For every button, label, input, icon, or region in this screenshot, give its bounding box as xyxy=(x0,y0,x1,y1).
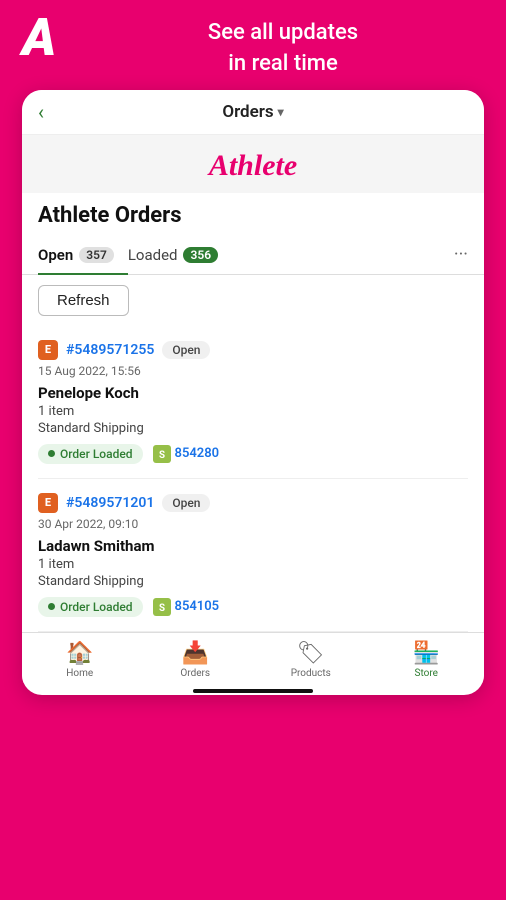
nav-bar: ‹ Orders ▾ xyxy=(22,90,484,135)
orders-icon: 📥 xyxy=(182,641,209,666)
order-footer-2: Order Loaded S 854105 xyxy=(38,597,468,617)
order-items-1: 1 item xyxy=(38,404,468,419)
order-loaded-badge-1: Order Loaded xyxy=(38,444,143,464)
store-label: Store xyxy=(415,668,438,679)
order-shipping-1: Standard Shipping xyxy=(38,421,468,436)
order-source-icon-2: E xyxy=(38,493,58,513)
order-customer-2: Ladawn Smitham xyxy=(38,537,468,555)
nav-title: Orders ▾ xyxy=(222,102,283,122)
brand-name: Athlete xyxy=(209,149,297,183)
order-footer-1: Order Loaded S 854280 xyxy=(38,444,468,464)
shopify-link-1[interactable]: S 854280 xyxy=(153,445,220,463)
page-title: Athlete Orders xyxy=(38,203,468,228)
tabs-more-button[interactable]: ··· xyxy=(454,238,468,271)
tab-loaded-label: Loaded xyxy=(128,246,178,264)
tab-loaded-badge: 356 xyxy=(183,247,218,263)
tab-open-label: Open xyxy=(38,246,73,264)
loaded-dot-2 xyxy=(48,603,55,610)
order-status-1: Open xyxy=(162,341,210,359)
loaded-dot-1 xyxy=(48,450,55,457)
tab-open-badge: 357 xyxy=(79,247,114,263)
brand-section: Athlete xyxy=(22,135,484,193)
order-card-2: E #5489571201 Open 30 Apr 2022, 09:10 La… xyxy=(38,479,468,632)
hero-section: A See all updates in real time xyxy=(0,0,506,90)
order-status-2: Open xyxy=(162,494,210,512)
store-icon: 🏪 xyxy=(413,641,440,666)
app-logo: A xyxy=(22,12,56,64)
bottom-nav-orders[interactable]: 📥 Orders xyxy=(138,641,254,679)
order-source-icon-1: E xyxy=(38,340,58,360)
refresh-section: Refresh xyxy=(22,275,484,326)
app-screen: ‹ Orders ▾ Athlete Athlete Orders Open 3… xyxy=(22,90,484,695)
page-title-section: Athlete Orders xyxy=(22,193,484,236)
shopify-link-2[interactable]: S 854105 xyxy=(153,598,220,616)
home-label: Home xyxy=(66,668,93,679)
order-loaded-badge-2: Order Loaded xyxy=(38,597,143,617)
order-shipping-2: Standard Shipping xyxy=(38,574,468,589)
svg-text:S: S xyxy=(159,602,165,613)
home-indicator xyxy=(193,689,313,693)
home-icon: 🏠 xyxy=(66,641,93,666)
order-header-1: E #5489571255 Open xyxy=(38,340,468,360)
order-customer-1: Penelope Koch xyxy=(38,384,468,402)
bottom-nav-store[interactable]: 🏪 Store xyxy=(369,641,485,679)
order-date-1: 15 Aug 2022, 15:56 xyxy=(38,364,468,378)
order-header-2: E #5489571201 Open xyxy=(38,493,468,513)
products-icon: 🏷 xyxy=(297,641,325,666)
tab-open[interactable]: Open 357 xyxy=(38,236,128,274)
order-number-link-1[interactable]: #5489571255 xyxy=(66,342,154,358)
nav-dropdown-icon[interactable]: ▾ xyxy=(278,105,284,119)
bottom-nav-home[interactable]: 🏠 Home xyxy=(22,641,138,679)
order-card-1: E #5489571255 Open 15 Aug 2022, 15:56 Pe… xyxy=(38,326,468,479)
tab-loaded[interactable]: Loaded 356 xyxy=(128,236,232,274)
orders-label: Orders xyxy=(180,668,210,679)
products-label: Products xyxy=(291,668,331,679)
back-button[interactable]: ‹ xyxy=(38,100,44,124)
tabs-bar: Open 357 Loaded 356 ··· xyxy=(22,236,484,275)
order-date-2: 30 Apr 2022, 09:10 xyxy=(38,517,468,531)
order-items-2: 1 item xyxy=(38,557,468,572)
hero-tagline: See all updates in real time xyxy=(208,18,358,80)
order-number-link-2[interactable]: #5489571201 xyxy=(66,495,154,511)
refresh-button[interactable]: Refresh xyxy=(38,285,129,316)
bottom-nav: 🏠 Home 📥 Orders 🏷 Products 🏪 Store xyxy=(22,632,484,683)
svg-text:S: S xyxy=(159,449,165,460)
bottom-nav-products[interactable]: 🏷 Products xyxy=(253,641,369,679)
orders-list: E #5489571255 Open 15 Aug 2022, 15:56 Pe… xyxy=(22,326,484,632)
